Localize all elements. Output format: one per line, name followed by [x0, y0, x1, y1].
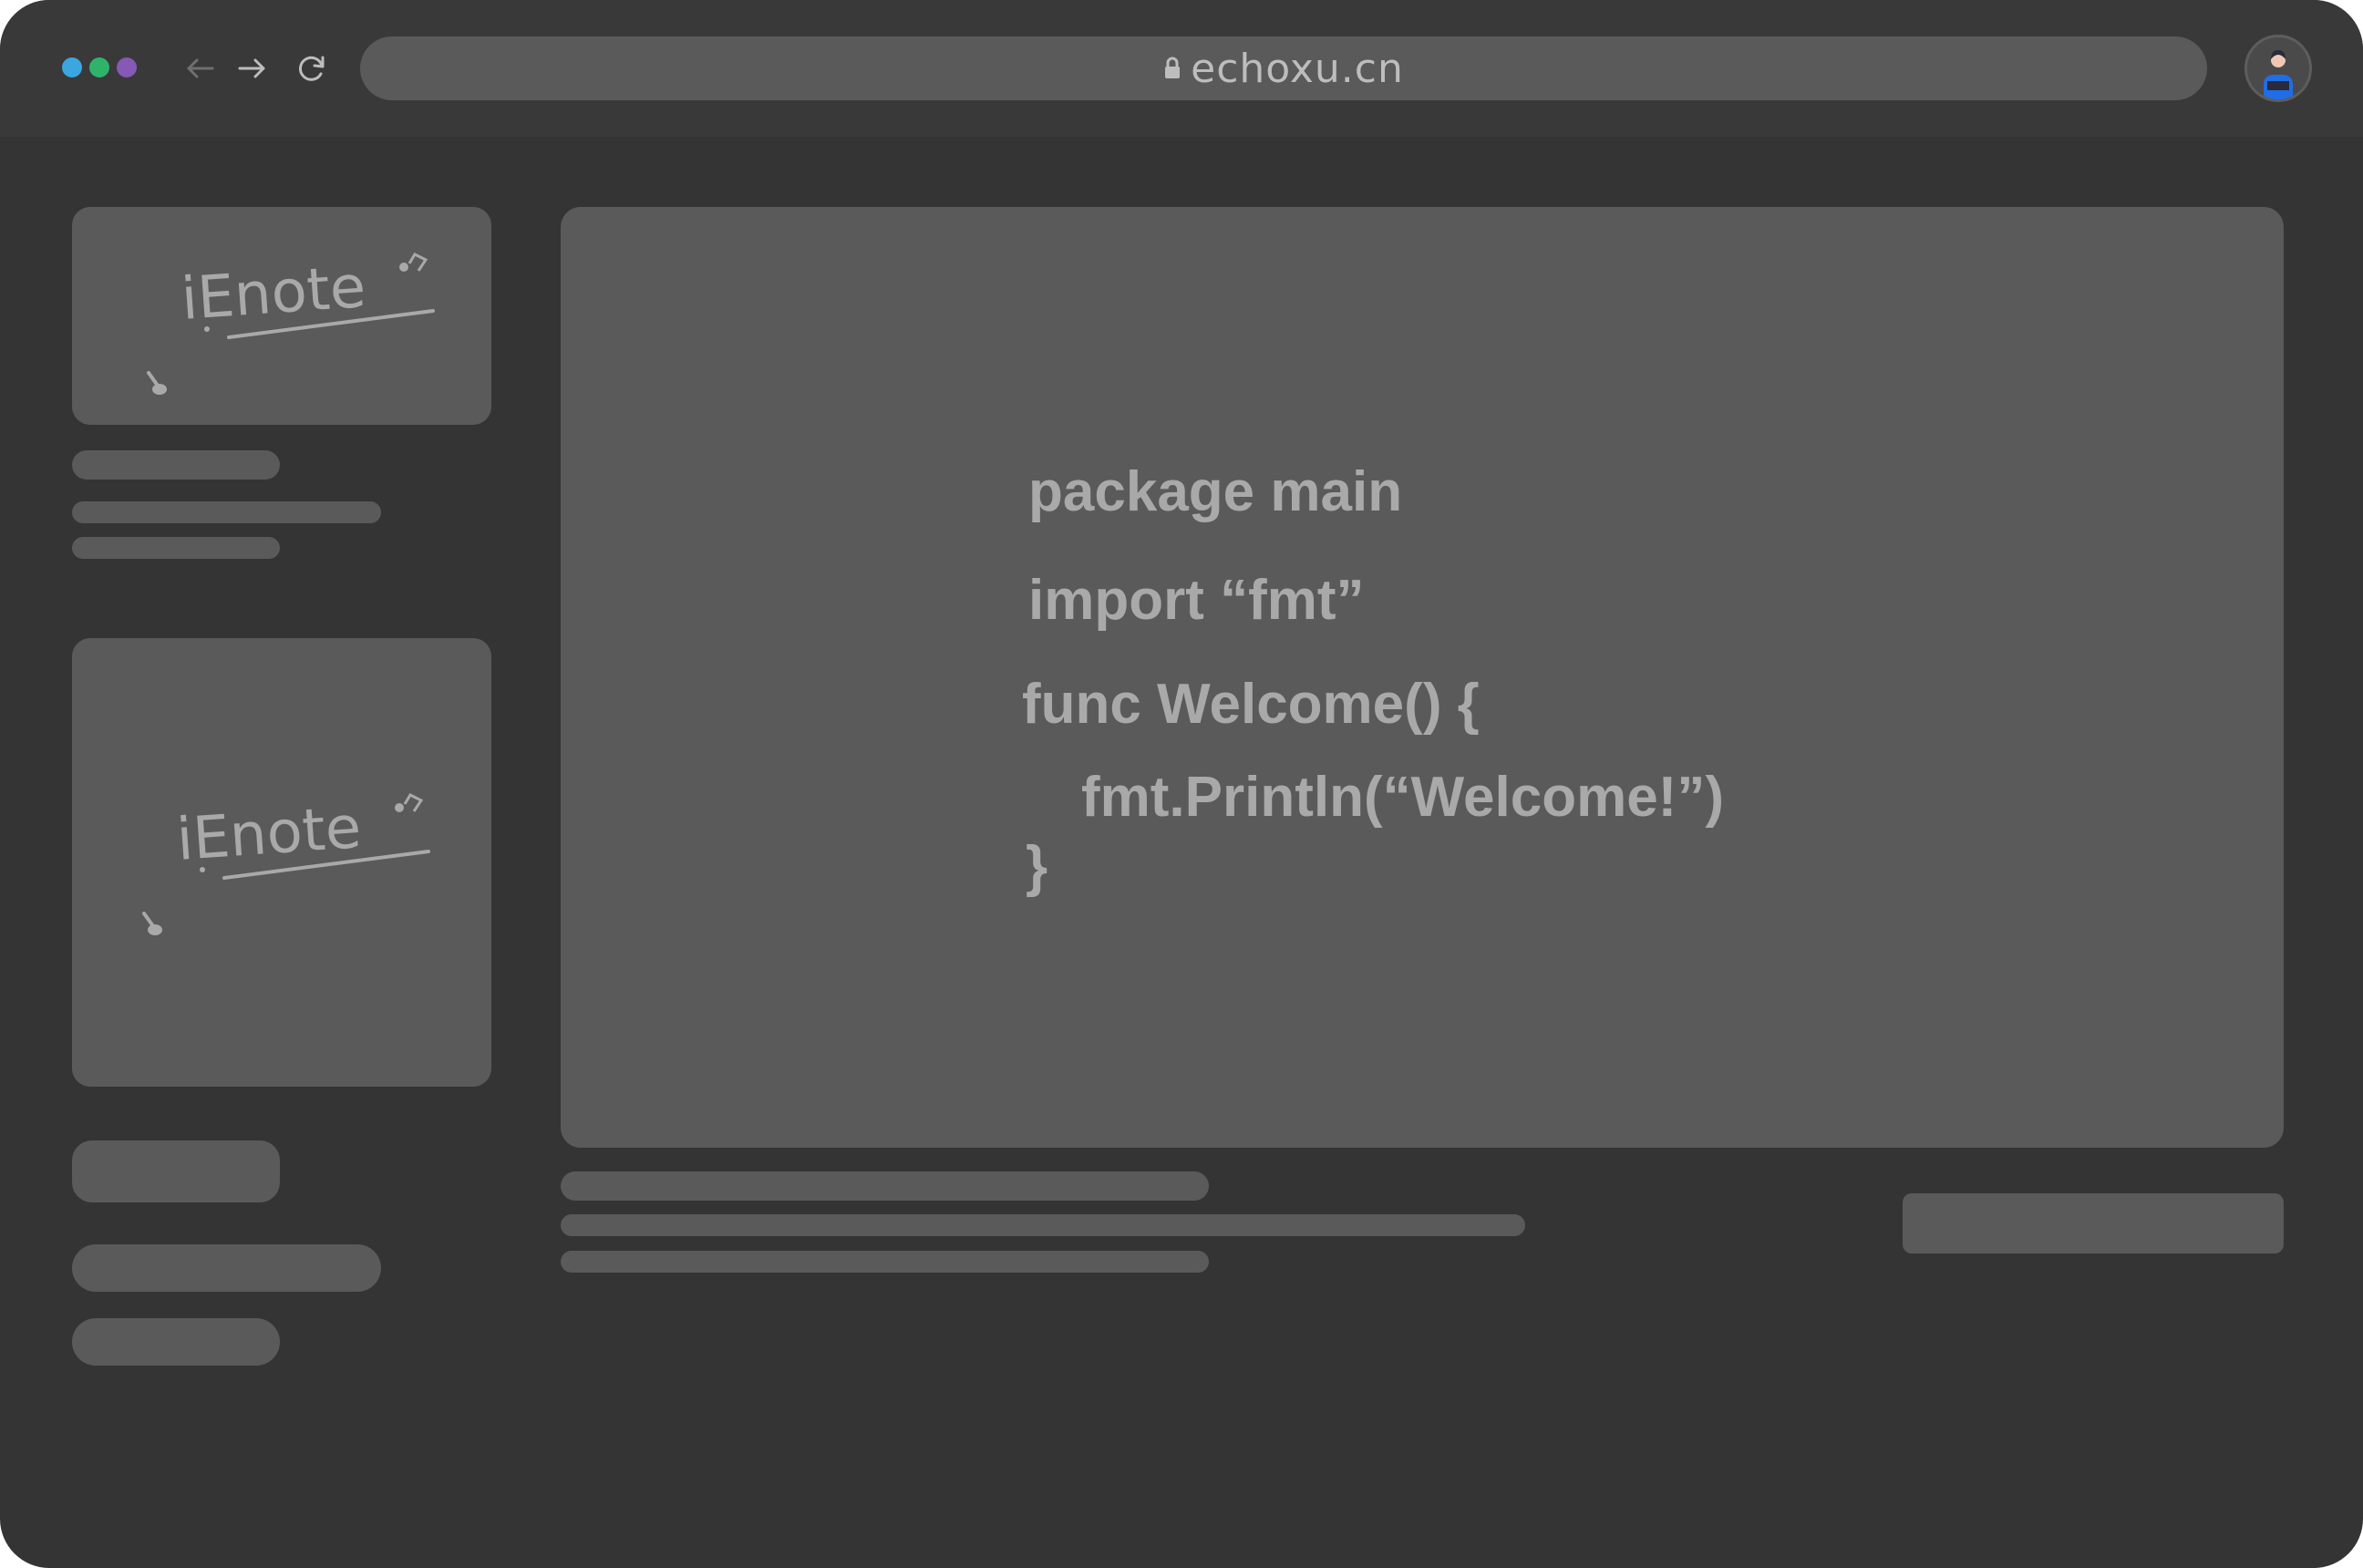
placeholder-line [72, 537, 280, 559]
music-note-decoration [147, 253, 435, 395]
placeholder-action-button[interactable] [1903, 1193, 2284, 1253]
placeholder-button[interactable] [72, 1140, 280, 1202]
code-line-import: import “fmt” [1028, 569, 1365, 632]
placeholder-line [561, 1171, 1209, 1201]
placeholder-line [72, 450, 280, 480]
placeholder-line [72, 501, 381, 523]
browser-titlebar: echoxu.cn [0, 0, 2363, 137]
code-line-close-brace: } [1026, 835, 1048, 898]
address-bar[interactable]: echoxu.cn [360, 36, 2207, 100]
code-line-func: func Welcome() { [1022, 673, 1480, 736]
placeholder-line [72, 1244, 381, 1292]
window-dot-purple[interactable] [117, 57, 137, 77]
sidebar-card-2[interactable]: iEnote [72, 638, 491, 1087]
placeholder-line [561, 1251, 1209, 1273]
music-note-decoration [142, 793, 430, 935]
window-dot-green[interactable] [89, 57, 109, 77]
reload-icon[interactable] [291, 47, 333, 89]
lock-icon [1165, 57, 1181, 78]
code-line-println: fmt.Println(“Welcome!”) [1081, 766, 1724, 829]
forward-arrow-icon[interactable] [231, 47, 273, 89]
url-text: echoxu.cn [1191, 45, 1404, 92]
user-avatar-icon[interactable] [2244, 35, 2312, 102]
placeholder-line [72, 1318, 280, 1366]
placeholder-line [561, 1214, 1525, 1236]
code-line-package: package main [1028, 460, 1403, 523]
sidebar-card-1[interactable]: iEnote [72, 207, 491, 425]
ienote-logo: iEnote [122, 775, 459, 939]
window-dot-blue[interactable] [62, 57, 82, 77]
back-arrow-icon[interactable] [180, 47, 222, 89]
ienote-logo: iEnote [127, 234, 464, 398]
browser-window: echoxu.cn iEnote iEnote package main imp… [0, 0, 2363, 1568]
code-editor-panel[interactable]: package main import “fmt” func Welcome()… [561, 207, 2284, 1148]
